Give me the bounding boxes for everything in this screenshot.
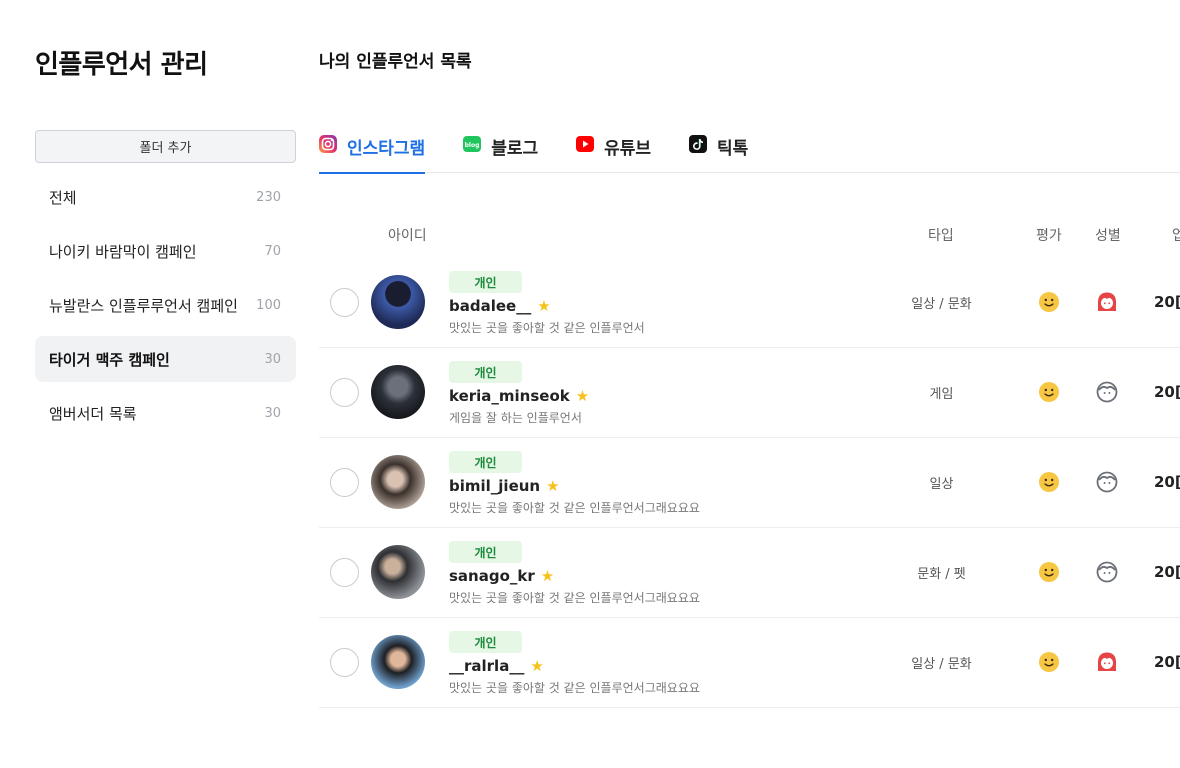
folder-item-nike[interactable]: 나이키 바람막이 캠페인 70 <box>35 228 296 274</box>
handle-text: bimil_jieun <box>449 477 541 495</box>
avatar <box>371 635 425 689</box>
influencer-row[interactable]: 개인 sanago_kr ★ 맛있는 곳을 좋아할 것 같은 인플루언서그래요요요… <box>319 528 1180 618</box>
avatar <box>371 545 425 599</box>
tab-tiktok[interactable]: 틱톡 <box>689 130 748 173</box>
column-header-type: 타입 <box>928 228 954 244</box>
smile-face-icon <box>1038 381 1060 403</box>
platform-tabs: 인스타그램 blog 블로그 유튜브 틱톡 <box>319 130 1180 174</box>
smile-face-icon <box>1038 471 1060 493</box>
tab-instagram[interactable]: 인스타그램 <box>319 130 426 174</box>
avatar <box>371 275 425 329</box>
column-header-id: 아이디 <box>388 228 427 244</box>
select-radio[interactable] <box>330 378 359 407</box>
folder-list: 전체 230 나이키 바람막이 캠페인 70 뉴발란스 인플루루언서 캠페인 1… <box>35 174 296 444</box>
tab-blog[interactable]: blog 블로그 <box>463 130 538 173</box>
type-badge: 개인 <box>449 541 522 563</box>
influencer-description: 맛있는 곳을 좋아할 것 같은 인플루언서 <box>449 321 645 335</box>
column-header-rating: 평가 <box>1036 228 1062 244</box>
influencer-description: 맛있는 곳을 좋아할 것 같은 인플루언서그래요요요 <box>449 501 700 515</box>
star-icon[interactable]: ★ <box>530 657 543 675</box>
instagram-icon <box>319 135 337 153</box>
avatar <box>371 455 425 509</box>
influencer-handle[interactable]: keria_minseok ★ <box>449 387 589 405</box>
youtube-icon <box>576 135 595 153</box>
type-badge: 개인 <box>449 451 522 473</box>
folder-name: 전체 <box>49 188 77 207</box>
influencer-row[interactable]: 개인 bimil_jieun ★ 맛있는 곳을 좋아할 것 같은 인플루언서그래요… <box>319 438 1180 528</box>
tab-label: 유튜브 <box>604 139 652 159</box>
female-icon <box>1096 291 1118 313</box>
type-badge: 개인 <box>449 271 522 293</box>
star-icon[interactable]: ★ <box>546 477 559 495</box>
star-icon[interactable]: ★ <box>576 387 589 405</box>
smile-face-icon <box>1038 291 1060 313</box>
smile-face-icon <box>1038 561 1060 583</box>
folder-count: 100 <box>256 297 281 313</box>
handle-text: keria_minseok <box>449 387 570 405</box>
folder-name: 앰버서더 목록 <box>49 404 137 423</box>
select-radio[interactable] <box>330 468 359 497</box>
type-badge: 개인 <box>449 631 522 653</box>
star-icon[interactable]: ★ <box>541 567 554 585</box>
handle-text: sanago_kr <box>449 567 535 585</box>
tab-youtube[interactable]: 유튜브 <box>576 130 651 173</box>
influencer-handle[interactable]: bimil_jieun ★ <box>449 477 560 495</box>
influencer-description: 맛있는 곳을 좋아할 것 같은 인플루언서그래요요요 <box>449 591 700 605</box>
influencer-type: 문화 / 펫 <box>917 567 966 582</box>
add-folder-button[interactable]: 폴더 추가 <box>35 130 296 163</box>
date-value: 20[ <box>1154 383 1180 401</box>
star-icon[interactable]: ★ <box>537 297 550 315</box>
influencer-type: 일상 <box>929 477 954 492</box>
influencer-row[interactable]: 개인 __ralrla__ ★ 맛있는 곳을 좋아할 것 같은 인플루언서그래요요… <box>319 618 1180 708</box>
influencer-list: 개인 badalee__ ★ 맛있는 곳을 좋아할 것 같은 인플루언서 일상 /… <box>319 258 1180 708</box>
blog-icon: blog <box>463 135 482 153</box>
section-title: 나의 인플루언서 목록 <box>319 52 472 72</box>
influencer-description: 게임을 잘 하는 인플루언서 <box>449 411 582 425</box>
folder-item-newbalance[interactable]: 뉴발란스 인플루루언서 캠페인 100 <box>35 282 296 328</box>
influencer-handle[interactable]: __ralrla__ ★ <box>449 657 544 675</box>
influencer-row[interactable]: 개인 badalee__ ★ 맛있는 곳을 좋아할 것 같은 인플루언서 일상 /… <box>319 258 1180 348</box>
avatar <box>371 365 425 419</box>
influencer-description: 맛있는 곳을 좋아할 것 같은 인플루언서그래요요요 <box>449 681 700 695</box>
folder-item-ambassador[interactable]: 앰버서더 목록 30 <box>35 390 296 436</box>
folder-item-tiger[interactable]: 타이거 맥주 캠페인 30 <box>35 336 296 382</box>
date-value: 20[ <box>1154 293 1180 311</box>
column-header-gender: 성별 <box>1095 228 1121 244</box>
folder-count: 30 <box>264 405 281 421</box>
select-radio[interactable] <box>330 648 359 677</box>
influencer-type: 게임 <box>929 387 954 402</box>
smile-face-icon <box>1038 651 1060 673</box>
folder-count: 230 <box>256 189 281 205</box>
folder-count: 70 <box>264 243 281 259</box>
folder-name: 뉴발란스 인플루루언서 캠페인 <box>49 296 238 315</box>
neutral-face-icon <box>1096 561 1118 583</box>
neutral-face-icon <box>1096 471 1118 493</box>
handle-text: badalee__ <box>449 297 532 315</box>
tab-label: 인스타그램 <box>347 139 426 159</box>
tab-label: 틱톡 <box>717 139 749 159</box>
female-icon <box>1096 651 1118 673</box>
influencer-handle[interactable]: sanago_kr ★ <box>449 567 554 585</box>
select-radio[interactable] <box>330 558 359 587</box>
tab-label: 블로그 <box>491 139 539 159</box>
tiktok-icon <box>689 135 708 153</box>
influencer-type: 일상 / 문화 <box>911 297 972 312</box>
svg-text:blog: blog <box>465 142 480 149</box>
date-value: 20[ <box>1154 653 1180 671</box>
folder-name: 타이거 맥주 캠페인 <box>49 350 170 369</box>
type-badge: 개인 <box>449 361 522 383</box>
influencer-handle[interactable]: badalee__ ★ <box>449 297 551 315</box>
select-radio[interactable] <box>330 288 359 317</box>
folder-name: 나이키 바람막이 캠페인 <box>49 242 197 261</box>
handle-text: __ralrla__ <box>449 657 525 675</box>
influencer-type: 일상 / 문화 <box>911 657 972 672</box>
date-value: 20[ <box>1154 563 1180 581</box>
date-value: 20[ <box>1154 473 1180 491</box>
influencer-row[interactable]: 개인 keria_minseok ★ 게임을 잘 하는 인플루언서 게임 20[ <box>319 348 1180 438</box>
folder-item-all[interactable]: 전체 230 <box>35 174 296 220</box>
neutral-face-icon <box>1096 381 1118 403</box>
page-title: 인플루언서 관리 <box>35 50 208 80</box>
column-header-date: 업 <box>1172 228 1180 244</box>
folder-count: 30 <box>264 351 281 367</box>
